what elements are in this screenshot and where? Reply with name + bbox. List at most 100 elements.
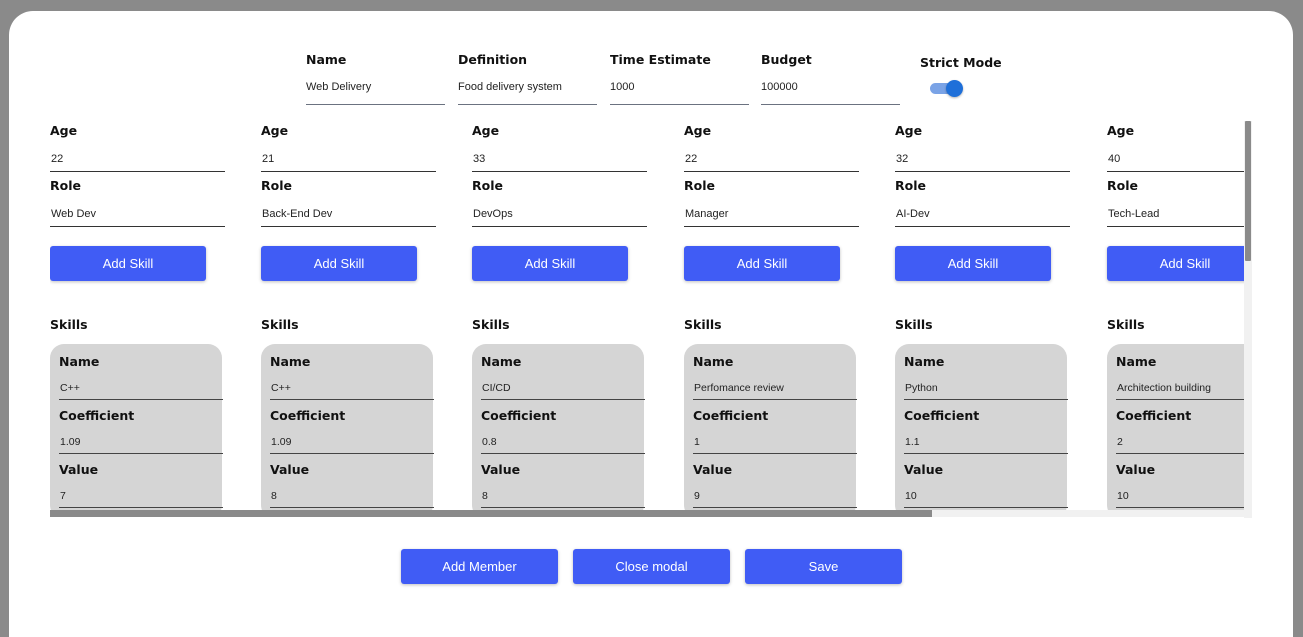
value-input[interactable] (270, 478, 434, 508)
skill-name-label: Name (1116, 354, 1157, 369)
age-input[interactable] (50, 138, 225, 172)
role-label: Role (684, 178, 715, 193)
value-label: Value (693, 462, 733, 477)
role-label: Role (261, 178, 292, 193)
age-input[interactable] (895, 138, 1070, 172)
value-input[interactable] (693, 478, 857, 508)
skills-heading: Skills (472, 317, 510, 332)
role-label: Role (895, 178, 926, 193)
members-scroll-area[interactable]: Age Role Add Skill Skills Name Coefficient Val… (50, 121, 1252, 510)
skill-name-input[interactable] (904, 370, 1068, 400)
value-label: Value (1116, 462, 1156, 477)
budget-label: Budget (761, 52, 812, 67)
skills-heading: Skills (261, 317, 299, 332)
age-label: Age (895, 123, 923, 138)
skill-name-input[interactable] (59, 370, 223, 400)
coefficient-input[interactable] (481, 424, 645, 454)
skill-name-input[interactable] (693, 370, 857, 400)
project-name-input[interactable] (306, 72, 445, 105)
age-input[interactable] (472, 138, 647, 172)
coefficient-label: Coefficient (270, 408, 346, 423)
coefficient-input[interactable] (1116, 424, 1252, 454)
age-label: Age (684, 123, 712, 138)
skill-card: Name Coefficient Value (261, 344, 434, 510)
value-label: Value (481, 462, 521, 477)
project-name-label: Name (306, 52, 347, 67)
coefficient-label: Coefficient (693, 408, 769, 423)
strict-mode-label: Strict Mode (920, 55, 1002, 70)
age-label: Age (472, 123, 500, 138)
role-input[interactable] (472, 193, 647, 227)
skill-card: Name Coefficient Value (895, 344, 1068, 510)
skill-name-input[interactable] (270, 370, 434, 400)
close-modal-button[interactable]: Close modal (573, 549, 730, 584)
add-skill-button[interactable]: Add Skill (1107, 246, 1252, 281)
value-input[interactable] (904, 478, 1068, 508)
role-label: Role (50, 178, 81, 193)
strict-mode-toggle[interactable] (930, 80, 966, 97)
add-member-button[interactable]: Add Member (401, 549, 558, 584)
skill-name-label: Name (693, 354, 734, 369)
age-label: Age (1107, 123, 1135, 138)
skill-name-label: Name (904, 354, 945, 369)
role-input[interactable] (684, 193, 859, 227)
add-skill-button[interactable]: Add Skill (261, 246, 417, 281)
role-input[interactable] (261, 193, 436, 227)
skill-card: Name Coefficient Value (50, 344, 223, 510)
horizontal-scrollbar-thumb[interactable] (50, 510, 932, 517)
skill-card: Name Coefficient Value (684, 344, 857, 510)
age-label: Age (261, 123, 289, 138)
time-estimate-input[interactable] (610, 72, 749, 105)
save-button[interactable]: Save (745, 549, 902, 584)
role-label: Role (472, 178, 503, 193)
project-name-group: Name (306, 52, 445, 105)
role-input[interactable] (1107, 193, 1252, 227)
add-skill-button[interactable]: Add Skill (684, 246, 840, 281)
age-input[interactable] (261, 138, 436, 172)
role-label: Role (1107, 178, 1138, 193)
age-input[interactable] (684, 138, 859, 172)
vertical-scrollbar-thumb[interactable] (1245, 121, 1251, 261)
skills-heading: Skills (684, 317, 722, 332)
role-input[interactable] (895, 193, 1070, 227)
value-input[interactable] (59, 478, 223, 508)
coefficient-label: Coefficient (1116, 408, 1192, 423)
skills-heading: Skills (1107, 317, 1145, 332)
skills-heading: Skills (50, 317, 88, 332)
value-input[interactable] (481, 478, 645, 508)
project-modal: Name Definition Time Estimate Budget Str… (9, 11, 1293, 637)
members-list: Age Role Add Skill Skills Name Coefficient Val… (50, 121, 1252, 510)
add-skill-button[interactable]: Add Skill (895, 246, 1051, 281)
age-label: Age (50, 123, 78, 138)
add-skill-button[interactable]: Add Skill (50, 246, 206, 281)
skill-name-label: Name (481, 354, 522, 369)
budget-input[interactable] (761, 72, 900, 105)
coefficient-input[interactable] (904, 424, 1068, 454)
skill-card: Name Coefficient Value (1107, 344, 1252, 510)
skill-name-input[interactable] (1116, 370, 1252, 400)
time-estimate-label: Time Estimate (610, 52, 711, 67)
skill-card: Name Coefficient Value (472, 344, 645, 510)
skill-name-label: Name (59, 354, 100, 369)
value-label: Value (59, 462, 99, 477)
coefficient-input[interactable] (693, 424, 857, 454)
add-skill-button[interactable]: Add Skill (472, 246, 628, 281)
coefficient-label: Coefficient (904, 408, 980, 423)
coefficient-input[interactable] (59, 424, 223, 454)
project-definition-label: Definition (458, 52, 528, 67)
coefficient-label: Coefficient (481, 408, 557, 423)
coefficient-label: Coefficient (59, 408, 135, 423)
value-input[interactable] (1116, 478, 1252, 508)
project-definition-input[interactable] (458, 72, 597, 105)
toggle-knob (946, 80, 963, 97)
age-input[interactable] (1107, 138, 1252, 172)
project-definition-group: Definition (458, 52, 597, 105)
value-label: Value (270, 462, 310, 477)
project-time-group: Time Estimate (610, 52, 749, 105)
value-label: Value (904, 462, 944, 477)
skills-heading: Skills (895, 317, 933, 332)
skill-name-label: Name (270, 354, 311, 369)
skill-name-input[interactable] (481, 370, 645, 400)
role-input[interactable] (50, 193, 225, 227)
coefficient-input[interactable] (270, 424, 434, 454)
